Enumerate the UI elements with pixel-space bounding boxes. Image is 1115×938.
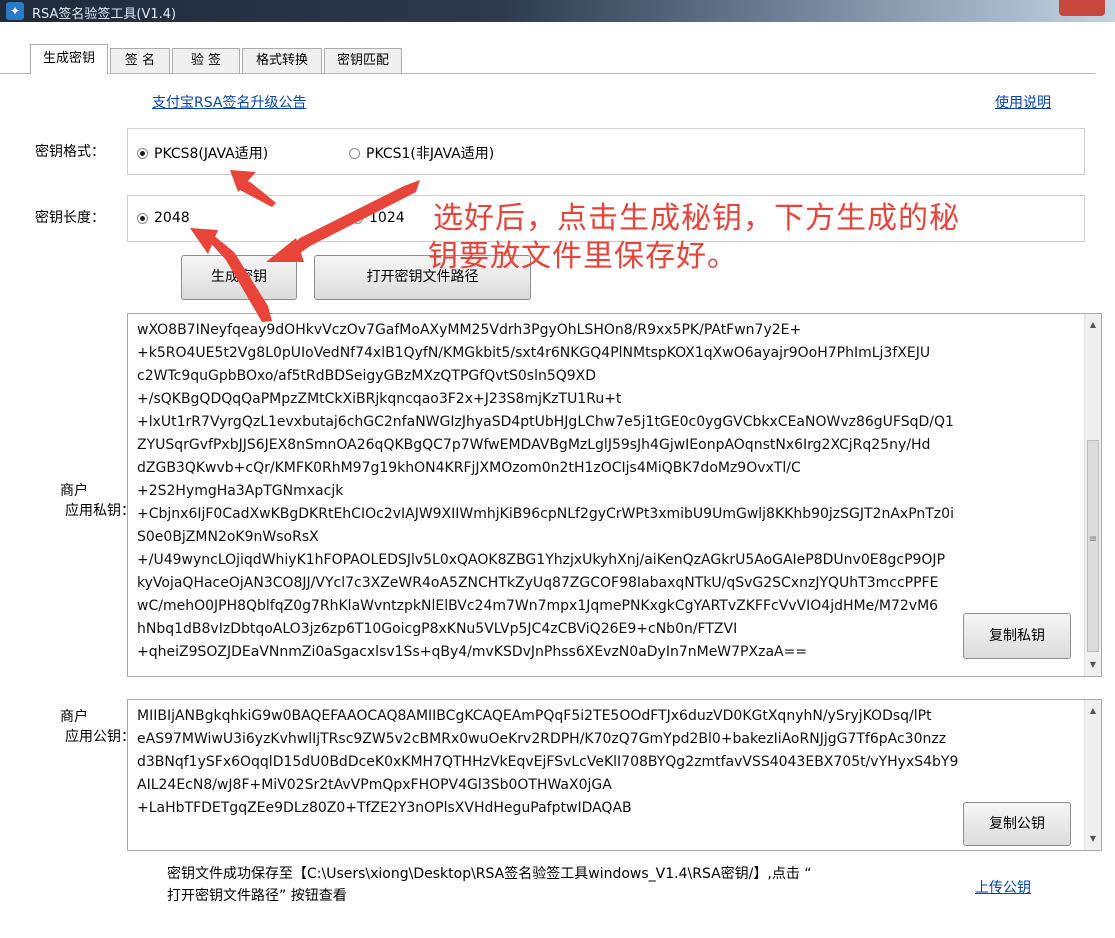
window-title: RSA签名验签工具(V1.4) [32,7,177,22]
status-line1: 密钥文件成功保存至【C:\Users\xiong\Desktop\RSA签名验签… [167,866,812,882]
private-key-label: 商户 应用私钥： [60,481,135,521]
key-format-label: 密钥格式： [35,144,105,160]
title-bar: ✦ RSA签名验签工具(V1.4) [0,0,1115,22]
radio-checked-icon [137,212,148,224]
public-key-line: MIIBIjANBgkqhkiG9w0BAQEFAAOCAQ8AMIIBCgKC… [137,708,932,724]
radio-checked-icon [137,147,148,159]
private-key-line: +/U49wyncLOjiqdWhiyK1hFOPAOLEDSJlv5L0xQA… [137,552,946,568]
tab-format-convert[interactable]: 格式转换 [242,48,322,73]
key-format-group [127,128,1085,175]
tab-generate-key[interactable]: 生成密钥 [30,44,108,74]
private-key-line: +2S2HymgHa3ApTGNmxacjk [137,483,344,499]
private-key-line: wXO8B7INeyfqeay9dOHkvVczOv7GafMoAXyMM25V… [137,322,802,338]
tab-key-match[interactable]: 密钥匹配 [324,48,402,73]
private-key-label-line2: 应用私钥： [65,503,135,519]
generate-key-button[interactable]: 生成密钥 [181,255,297,300]
public-key-scrollbar[interactable]: ▲ ▼ [1084,700,1101,850]
radio-unchecked-icon [352,212,363,224]
annotation-line2: 钥要放文件里保存好。 [428,239,738,274]
radio-pkcs1[interactable]: PKCS1(非JAVA适用) [349,143,494,163]
private-key-line: S0e0BjZMN2oK9nWsoRsX [137,529,319,545]
annotation-line1: 选好后，点击生成秘钥，下方生成的秘 [433,201,960,236]
private-key-scrollbar[interactable]: ▲ ≡ ▼ [1084,314,1101,676]
public-key-line: AIL24EcN8/wJ8F+MiV02Sr2tAvVPmQpxFHOPV4Gl… [137,777,612,793]
scroll-down-icon[interactable]: ▼ [1085,657,1101,673]
public-key-line: eAS97MWiwU3i6yzKvhwlIjTRsc9ZW5v2cBMRx0wu… [137,731,947,747]
private-key-line: +/sQKBgQDQqQaPMpzZMtCkXiBRjkqncqao3F2x+J… [137,391,622,407]
public-key-text: MIIBIjANBgkqhkiG9w0BAQEFAAOCAQ8AMIIBCgKC… [137,705,1072,820]
private-key-line: hNbq1dB8vIzDbtqoALO3jz6zp6T10GoicgP8xKNu… [137,621,738,637]
private-key-line: +Cbjnx6IjF0CadXwKBgDKRtEhCIOc2vIAJW9XIIW… [137,506,954,522]
status-line2: 打开密钥文件路径” 按钮查看 [167,888,347,904]
private-key-line: ZYUSqrGvfPxbJJS6JEX8nSmnOA26qQKBgQC7p7Wf… [137,437,931,453]
radio-pkcs1-label: PKCS1(非JAVA适用) [366,146,495,162]
scroll-down-icon[interactable]: ▼ [1085,831,1101,847]
close-icon[interactable] [1059,0,1105,16]
private-key-label-line1: 商户 [60,483,88,499]
radio-unchecked-icon [349,147,360,159]
private-key-text: wXO8B7INeyfqeay9dOHkvVczOv7GafMoAXyMM25V… [137,319,1072,664]
status-message: 密钥文件成功保存至【C:\Users\xiong\Desktop\RSA签名验签… [167,863,812,907]
scroll-grip-icon: ≡ [1088,534,1098,545]
scroll-thumb[interactable] [1087,440,1099,652]
key-length-label: 密钥长度： [35,210,105,226]
private-key-line: c2WTc9quGpbBOxo/af5tRdBDSeigyGBzMXzQTPGf… [137,368,597,384]
public-key-line: d3BNqf1ySFx6OqqlD15dU0BdDceK0xKMH7QTHHzV… [137,754,959,770]
private-key-line: wC/mehO0JPH8QblfqZ0g7RhKlaWvntzpkNlElBVc… [137,598,939,614]
public-key-label-line2: 应用公钥： [65,729,135,745]
tab-verify[interactable]: 验 签 [172,48,240,73]
upload-public-key-link[interactable]: 上传公钥 [975,877,1031,897]
radio-pkcs8-label: PKCS8(JAVA适用) [154,146,269,162]
annotation-text: 选好后，点击生成秘钥，下方生成的秘 钥要放文件里保存好。 [428,200,960,276]
radio-1024[interactable]: 1024 [352,210,405,226]
public-key-textarea[interactable]: MIIBIjANBgkqhkiG9w0BAQEFAAOCAQ8AMIIBCgKC… [127,699,1102,851]
private-key-line: +lxUt1rR7VyrgQzL1evxbutaj6chGC2nfaNWGIzJ… [137,414,954,430]
radio-pkcs8[interactable]: PKCS8(JAVA适用) [137,143,268,163]
scroll-up-icon[interactable]: ▲ [1085,703,1101,719]
radio-2048[interactable]: 2048 [137,210,190,226]
tab-sign[interactable]: 签 名 [110,48,170,73]
app-icon: ✦ [6,2,24,20]
private-key-line: +qheiZ9SOZJDEaVNnmZi0aSgacxlsv1Ss+qBy4/m… [137,644,808,660]
private-key-line: kyVojaQHaceOjAN3CO8JJ/VYcl7c3XZeWR4oA5ZN… [137,575,939,591]
scroll-up-icon[interactable]: ▲ [1085,317,1101,333]
private-key-textarea[interactable]: wXO8B7INeyfqeay9dOHkvVczOv7GafMoAXyMM25V… [127,313,1102,677]
announcement-link[interactable]: 支付宝RSA签名升级公告 [152,92,306,112]
private-key-line: dZGB3QKwvb+cQr/KMFK0RhM97g19khON4KRFjJXM… [137,460,801,476]
public-key-line: +LaHbTFDETgqZEe9DLz80Z0+TfZE2Y3nOPlsXVHd… [137,800,632,816]
tab-strip: 生成密钥 签 名 验 签 格式转换 密钥匹配 [0,44,1115,74]
copy-private-key-button[interactable]: 复制私钥 [963,613,1071,659]
radio-1024-label: 1024 [369,210,405,226]
radio-2048-label: 2048 [154,210,190,226]
usage-link[interactable]: 使用说明 [995,92,1051,112]
private-key-line: +k5RO4UE5t2Vg8L0pUIoVedNf74xlB1QyfN/KMGk… [137,345,931,361]
copy-public-key-button[interactable]: 复制公钥 [963,802,1071,846]
public-key-label-line1: 商户 [60,709,88,725]
public-key-label: 商户 应用公钥： [60,707,135,747]
